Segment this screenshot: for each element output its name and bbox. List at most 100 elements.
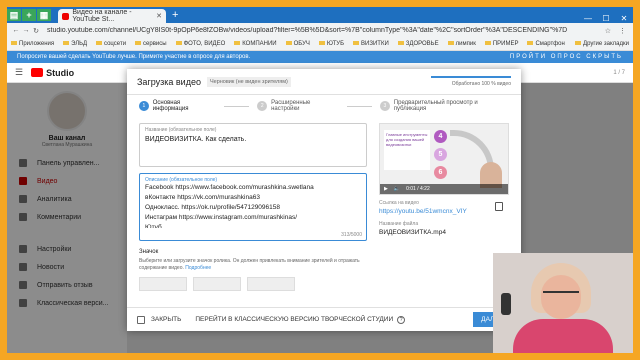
close-tab-icon[interactable]: ✕ bbox=[156, 12, 162, 20]
char-counter: 313/5000 bbox=[341, 232, 362, 238]
survey-notice: Попросите вашей сделать YouTube лучше. П… bbox=[7, 51, 633, 63]
thumbnail-section: Значок Выберите или загрузите значок рол… bbox=[139, 249, 367, 291]
webcam-glasses bbox=[543, 291, 579, 299]
close-box-icon[interactable] bbox=[137, 315, 145, 324]
stepper: 1 Основная информация 2 Расширенные настро… bbox=[127, 95, 521, 117]
toolbar-icons[interactable]: ☆ ⋮ bbox=[605, 27, 629, 35]
description-line[interactable]: Инстаграм https://www.instagram.com/mura… bbox=[145, 213, 361, 223]
step-basic-info[interactable]: 1 Основная информация bbox=[139, 100, 216, 112]
bookmarks-bar: Приложения ЭЛЬД соцсети сервисы ФОТО, ВИДЕО К… bbox=[7, 38, 633, 51]
title-label: Название (обязательное поле) bbox=[145, 127, 217, 133]
bookmark-item[interactable]: сервисы bbox=[135, 41, 167, 47]
back-icon[interactable]: ← bbox=[11, 27, 21, 34]
new-tab-icon[interactable]: + bbox=[172, 9, 178, 21]
bookmark-item[interactable]: ВИЗИТКИ bbox=[353, 41, 389, 47]
bookmark-item[interactable]: ЮТУБ bbox=[319, 41, 344, 47]
bookmark-item[interactable]: Смартфон bbox=[527, 41, 564, 47]
progress-fill bbox=[431, 76, 511, 78]
step-preview-publish[interactable]: 3 Предварительный просмотр и публикация bbox=[380, 100, 509, 112]
bookmark-item[interactable]: ПРИМЕР bbox=[485, 41, 519, 47]
description-line[interactable]: Facebook https://www.facebook.com/murash… bbox=[145, 183, 361, 193]
bookmark-item[interactable]: соцсети bbox=[96, 41, 126, 47]
close-button[interactable]: ЗАКРЫТЬ bbox=[151, 316, 181, 323]
dialog-footer: ЗАКРЫТЬ ПЕРЕЙТИ В КЛАССИЧЕСКУЮ ВЕРСИЮ ТВ… bbox=[127, 307, 521, 331]
minimize-icon[interactable]: — bbox=[579, 14, 597, 23]
description-field[interactable]: Описание (обязательное поле) Facebook ht… bbox=[139, 173, 367, 241]
reload-icon[interactable]: ↻ bbox=[31, 27, 41, 35]
video-time: 0:01 / 4:22 bbox=[406, 186, 430, 192]
dialog-header: Загрузка видео Черновик (не виден зрител… bbox=[127, 69, 521, 95]
bookmark-item[interactable]: ФОТО, ВИДЕО bbox=[176, 41, 226, 47]
bookmark-item[interactable]: Приложения bbox=[11, 41, 54, 47]
classic-studio-link[interactable]: ПЕРЕЙТИ В КЛАССИЧЕСКУЮ ВЕРСИЮ ТВОРЧЕСКОЙ… bbox=[195, 316, 393, 323]
thumbnail-option[interactable] bbox=[139, 277, 187, 291]
bookmark-item[interactable]: ОБУЧ bbox=[286, 41, 310, 47]
other-bookmarks[interactable]: Другие закладки bbox=[575, 41, 629, 47]
window-controls: — ☐ ✕ bbox=[579, 14, 633, 23]
bookmark-item[interactable]: КОМПАНИИ bbox=[234, 41, 276, 47]
close-window-icon[interactable]: ✕ bbox=[615, 14, 633, 23]
step-label: Расширенные настройки bbox=[271, 100, 311, 112]
bookmark-item[interactable]: ЭЛЬД bbox=[63, 41, 87, 47]
forward-icon[interactable]: → bbox=[21, 27, 31, 34]
thumbnail-option[interactable] bbox=[247, 277, 295, 291]
video-frame-card: Главные инструменты для создания вашей в… bbox=[384, 130, 430, 170]
step-number: 3 bbox=[380, 101, 390, 111]
dialog-body: Название (обязательное поле) ВИДЕОВИЗИТК… bbox=[127, 117, 521, 297]
page-counter: 1 / 7 bbox=[613, 69, 625, 76]
headphone-icon bbox=[501, 293, 511, 315]
description-line[interactable]: вКонтакте https://vk.com/murashkina63 bbox=[145, 193, 361, 203]
pinned-tab-plus-icon[interactable]: + bbox=[22, 9, 36, 21]
description-line[interactable]: Однокласс. https://ok.ru/profile/5471290… bbox=[145, 203, 361, 213]
step-number: 1 bbox=[139, 101, 149, 111]
address-bar: ← → ↻ studio.youtube.com/channel/UCgY8IS… bbox=[7, 23, 633, 38]
thumbnail-help-text: Выберите или загрузите значок ролика. Он… bbox=[139, 258, 360, 271]
help-icon[interactable]: ? bbox=[397, 315, 406, 324]
step-advanced[interactable]: 2 Расширенные настройки bbox=[257, 100, 338, 112]
pinned-tab-icon[interactable]: ▤ bbox=[7, 9, 21, 21]
notice-actions[interactable]: ПРОЙТИ ОПРОС СКРЫТЬ bbox=[510, 54, 623, 60]
webcam-body bbox=[513, 319, 613, 353]
play-icon[interactable]: ▶ bbox=[384, 186, 388, 192]
volume-icon[interactable]: 🔈 bbox=[394, 186, 400, 192]
learn-more-link[interactable]: Подробнее bbox=[185, 265, 211, 271]
description-line[interactable]: Ютуб bbox=[145, 223, 361, 228]
step-divider bbox=[223, 105, 250, 107]
video-player[interactable]: Главные инструменты для создания вашей в… bbox=[379, 123, 509, 195]
notice-text: Попросите вашей сделать YouTube лучше. П… bbox=[17, 54, 251, 60]
pinned-tab-grid-icon[interactable]: ▦ bbox=[37, 9, 51, 21]
title-value[interactable]: ВИДЕОВИЗИТКА. Как сделать. bbox=[145, 136, 361, 143]
step-circle: 5 bbox=[434, 148, 447, 161]
progress-text: Обработано 100 % видео bbox=[451, 81, 511, 87]
thumbnail-option[interactable] bbox=[193, 277, 241, 291]
upload-progress: Обработано 100 % видео bbox=[431, 76, 511, 87]
maximize-icon[interactable]: ☐ bbox=[597, 14, 615, 23]
url-field[interactable]: studio.youtube.com/channel/UCgY8IS0t-9pO… bbox=[47, 27, 599, 34]
step-number: 2 bbox=[257, 101, 268, 111]
bookmark-item[interactable]: ЗДОРОВЬЕ bbox=[398, 41, 439, 47]
tab-youtube-studio[interactable]: Видео на канале - YouTube St... ✕ bbox=[58, 9, 166, 23]
tab-strip: ▤ + ▦ Видео на канале - YouTube St... ✕ … bbox=[7, 7, 633, 23]
dialog-title: Загрузка видео bbox=[137, 76, 201, 87]
studio-logo-text: Studio bbox=[46, 67, 75, 78]
file-name: ВИДЕОВИЗИТКА.mp4 bbox=[379, 229, 446, 236]
youtube-favicon-icon bbox=[62, 12, 70, 20]
thumbnail-heading: Значок bbox=[139, 249, 159, 255]
thumbnail-options bbox=[139, 277, 367, 291]
title-field[interactable]: Название (обязательное поле) ВИДЕОВИЗИТК… bbox=[139, 123, 367, 167]
progress-track bbox=[431, 76, 511, 78]
screen: ▤ + ▦ Видео на канале - YouTube St... ✕ … bbox=[7, 7, 633, 353]
player-controls[interactable]: ▶ 🔈 0:01 / 4:22 bbox=[380, 184, 508, 194]
copy-icon[interactable] bbox=[495, 202, 503, 211]
youtube-logo-icon[interactable] bbox=[31, 68, 44, 77]
step-circle: 4 bbox=[434, 130, 447, 143]
draft-badge: Черновик (не виден зрителям) bbox=[206, 76, 291, 87]
upload-dialog: Загрузка видео Черновик (не виден зрител… bbox=[127, 69, 521, 331]
bookmark-item[interactable]: лимпик bbox=[448, 41, 476, 47]
step-circle: 6 bbox=[434, 166, 447, 179]
video-link[interactable]: https://youtu.be/51wmcnx_VIY bbox=[379, 208, 509, 215]
step-label: Предварительный просмотр и публикация bbox=[393, 100, 478, 112]
menu-icon[interactable]: ☰ bbox=[15, 67, 23, 78]
file-name-label: Название файла bbox=[379, 221, 419, 227]
thumbnail-help: Выберите или загрузите значок ролика. Он… bbox=[139, 258, 367, 272]
